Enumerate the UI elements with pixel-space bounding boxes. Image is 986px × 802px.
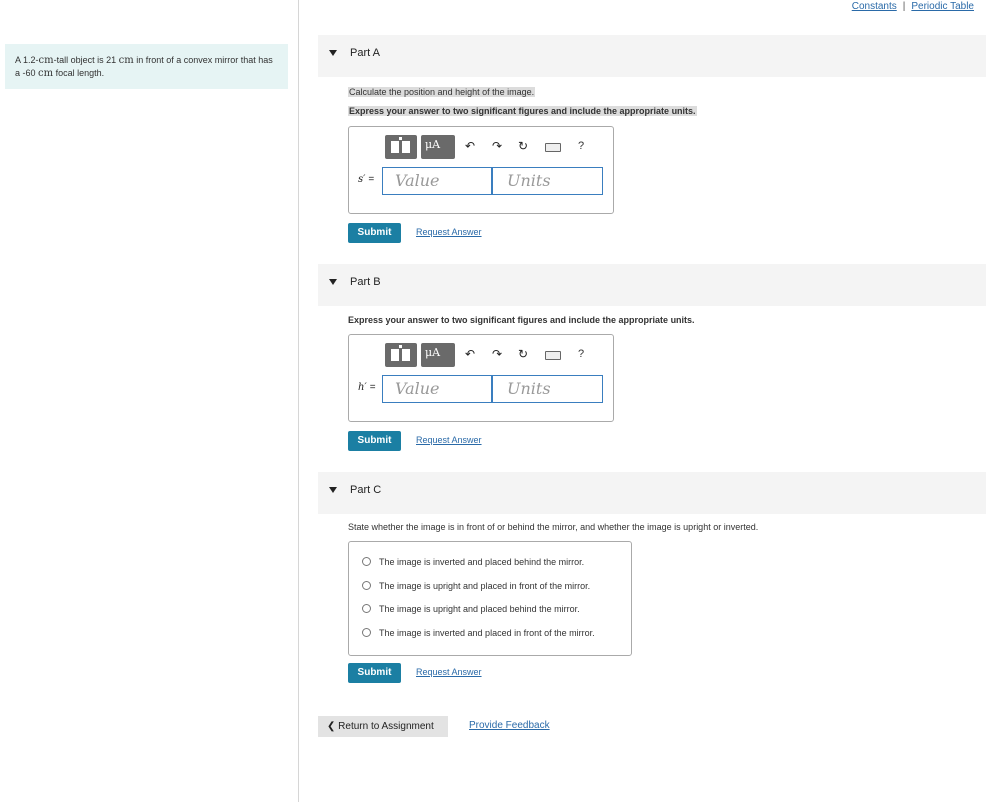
option-label: The image is inverted and placed in fron… bbox=[379, 628, 595, 638]
part-c-instruction: State whether the image is in front of o… bbox=[348, 522, 759, 532]
template-icon-part bbox=[402, 349, 410, 361]
units-input[interactable]: Units bbox=[492, 375, 603, 403]
option-item[interactable]: The image is upright and placed behind t… bbox=[362, 604, 580, 614]
value-input[interactable]: Value bbox=[382, 375, 492, 403]
variable-name: h′ bbox=[358, 382, 367, 393]
part-b-answer-box: μA ↶ ↷ ↻ ? h′ = Value Units bbox=[348, 334, 614, 422]
part-b-request-answer-link[interactable]: Request Answer bbox=[416, 435, 482, 445]
template-icon-bar bbox=[399, 345, 402, 348]
radio-button[interactable] bbox=[362, 628, 371, 638]
option-item[interactable]: The image is upright and placed in front… bbox=[362, 581, 590, 591]
collapse-triangle-icon[interactable] bbox=[329, 50, 337, 56]
template-icon bbox=[391, 349, 399, 361]
problem-unit: cm bbox=[38, 68, 54, 79]
link-separator: | bbox=[902, 1, 906, 12]
part-a-instruction-units: Express your answer to two significant f… bbox=[348, 106, 697, 116]
part-c-submit-button[interactable]: Submit bbox=[348, 663, 401, 683]
value-input[interactable]: Value bbox=[382, 167, 492, 195]
units-symbol-button[interactable]: μA bbox=[421, 343, 455, 367]
part-c-request-answer-link[interactable]: Request Answer bbox=[416, 667, 482, 677]
part-b-instruction: Express your answer to two significant f… bbox=[348, 315, 695, 325]
part-a-submit-button[interactable]: Submit bbox=[348, 223, 401, 243]
redo-icon[interactable]: ↷ bbox=[492, 347, 502, 361]
radio-button[interactable] bbox=[362, 604, 371, 614]
option-label: The image is inverted and placed behind … bbox=[379, 557, 585, 567]
return-to-assignment-button[interactable]: ❮ Return to Assignment bbox=[318, 716, 448, 737]
mu-icon: μA bbox=[425, 346, 441, 359]
keyboard-icon[interactable] bbox=[545, 143, 561, 152]
sidebar-divider bbox=[298, 0, 299, 802]
top-links: Constants | Periodic Table bbox=[852, 1, 974, 12]
undo-icon[interactable]: ↶ bbox=[465, 139, 475, 153]
templates-button[interactable] bbox=[385, 135, 417, 159]
radio-button[interactable] bbox=[362, 581, 371, 591]
option-item[interactable]: The image is inverted and placed in fron… bbox=[362, 628, 595, 638]
collapse-triangle-icon[interactable] bbox=[329, 487, 337, 493]
problem-unit: cm bbox=[118, 55, 134, 66]
part-a-header[interactable]: Part A bbox=[318, 35, 986, 77]
part-a-answer-box: μA ↶ ↷ ↻ ? s′ = Value Units bbox=[348, 126, 614, 214]
part-b-submit-button[interactable]: Submit bbox=[348, 431, 401, 451]
reset-icon[interactable]: ↻ bbox=[518, 139, 528, 153]
collapse-triangle-icon[interactable] bbox=[329, 279, 337, 285]
periodic-table-link[interactable]: Periodic Table bbox=[911, 1, 974, 12]
template-icon-bar bbox=[399, 137, 402, 140]
part-c-header[interactable]: Part C bbox=[318, 472, 986, 514]
part-b-header[interactable]: Part B bbox=[318, 264, 986, 306]
problem-unit: cm bbox=[38, 55, 54, 66]
reset-icon[interactable]: ↻ bbox=[518, 347, 528, 361]
problem-text: focal length. bbox=[53, 68, 105, 78]
part-a-instruction: Calculate the position and height of the… bbox=[348, 87, 536, 97]
variable-label: h′ = bbox=[358, 382, 376, 393]
part-a-request-answer-link[interactable]: Request Answer bbox=[416, 227, 482, 237]
help-icon[interactable]: ? bbox=[578, 140, 584, 152]
keyboard-icon[interactable] bbox=[545, 351, 561, 360]
equals-sign: = bbox=[368, 174, 375, 185]
units-input[interactable]: Units bbox=[492, 167, 603, 195]
templates-button[interactable] bbox=[385, 343, 417, 367]
problem-statement: A 1.2-cm-tall object is 21 cm in front o… bbox=[5, 44, 288, 89]
part-a-title: Part A bbox=[350, 47, 380, 59]
redo-icon[interactable]: ↷ bbox=[492, 139, 502, 153]
part-b-title: Part B bbox=[350, 276, 381, 288]
mu-icon: μA bbox=[425, 138, 441, 151]
constants-link[interactable]: Constants bbox=[852, 1, 897, 12]
part-c-options: The image is inverted and placed behind … bbox=[348, 541, 632, 656]
part-c-title: Part C bbox=[350, 484, 382, 496]
radio-button[interactable] bbox=[362, 557, 371, 567]
option-item[interactable]: The image is inverted and placed behind … bbox=[362, 557, 584, 567]
variable-name: s′ bbox=[358, 174, 366, 185]
problem-text: A 1.2- bbox=[15, 55, 39, 65]
units-symbol-button[interactable]: μA bbox=[421, 135, 455, 159]
provide-feedback-link[interactable]: Provide Feedback bbox=[469, 720, 550, 731]
help-icon[interactable]: ? bbox=[578, 348, 584, 360]
option-label: The image is upright and placed in front… bbox=[379, 581, 591, 591]
problem-text: -tall object is 21 bbox=[53, 55, 119, 65]
option-label: The image is upright and placed behind t… bbox=[379, 604, 580, 614]
template-icon bbox=[391, 141, 399, 153]
undo-icon[interactable]: ↶ bbox=[465, 347, 475, 361]
variable-label: s′ = bbox=[358, 174, 374, 185]
equals-sign: = bbox=[369, 382, 376, 393]
template-icon-part bbox=[402, 141, 410, 153]
